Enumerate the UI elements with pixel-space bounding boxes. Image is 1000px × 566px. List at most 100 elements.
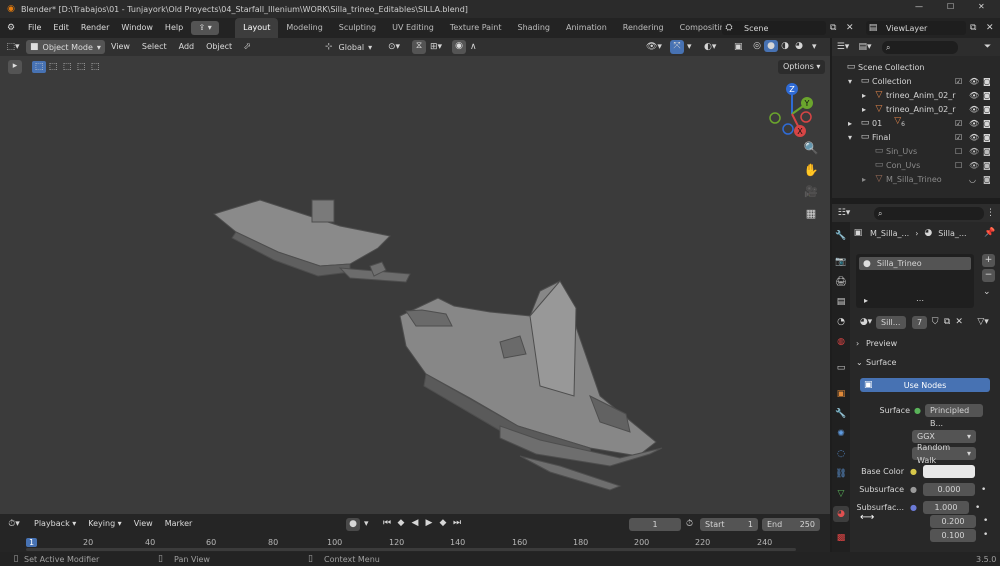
properties-options-icon[interactable]: ⋮ (986, 207, 995, 219)
physics-tab-icon[interactable]: ◌ (834, 448, 848, 460)
tool-tab-icon[interactable]: 🔧 (834, 230, 848, 242)
expand-arrow-icon[interactable]: ▾ (848, 77, 858, 86)
particles-tab-icon[interactable]: ✺ (834, 428, 848, 440)
jump-end-icon[interactable]: ⏭ (450, 517, 464, 529)
expand-arrow-icon[interactable]: ▸ (862, 91, 872, 100)
texture-tab-icon[interactable]: ▩ (834, 532, 848, 544)
overlays-icon[interactable]: ◐▾ (704, 41, 716, 53)
tool-settings-icon[interactable]: ▸ (8, 60, 22, 74)
tab-texture-paint[interactable]: Texture Paint (442, 18, 510, 38)
editor-type-icon[interactable]: ⬚▾ (0, 41, 26, 53)
camera-icon[interactable]: ◙ (983, 105, 991, 114)
camera-view-icon[interactable]: 🎥 (801, 186, 821, 204)
tab-animation[interactable]: Animation (558, 18, 615, 38)
play-reverse-icon[interactable]: ◀ (408, 517, 422, 529)
checkbox-empty-icon[interactable]: ☐ (955, 161, 962, 170)
gizmo-settings-icon[interactable]: ▾ (687, 41, 692, 53)
timeline-scrollbar[interactable] (26, 548, 796, 551)
snap-settings-icon[interactable]: ⊞▾ (430, 41, 442, 53)
start-frame-field[interactable]: Start 1 (700, 518, 758, 531)
view-layer-selector[interactable]: ▤ ViewLayer (866, 21, 966, 35)
xray-icon[interactable]: ▣ (734, 41, 743, 53)
outliner-row-collection[interactable]: ▭ Con_Uvs ☐ 👁 ◙ (832, 158, 1000, 172)
outliner-row-object[interactable]: ▸ ▽ trineo_Anim_02_r 👁 ◙ (832, 88, 1000, 102)
material-shading-icon[interactable]: ◑ (778, 40, 792, 52)
tab-modeling[interactable]: Modeling (278, 18, 330, 38)
camera-icon[interactable]: ◙ (983, 77, 991, 86)
eye-icon[interactable]: 👁 (969, 105, 979, 114)
menu-edit[interactable]: Edit (47, 18, 75, 38)
material-slot-row[interactable]: ● Silla_Trineo (859, 257, 971, 270)
scene-tab-icon[interactable]: ◔ (834, 316, 848, 328)
scene-selector[interactable]: ⛭ Scene (722, 21, 826, 35)
autokey-settings-icon[interactable]: ▾ (364, 518, 369, 530)
camera-icon[interactable]: ◙ (983, 175, 991, 184)
frame-ruler[interactable]: 1 20 40 60 80 100 120 140 160 180 200 22… (0, 538, 830, 548)
perspective-grid-icon[interactable]: ▦ (801, 208, 821, 226)
delete-view-layer-icon[interactable]: ✕ (986, 22, 994, 34)
outliner-display-mode-icon[interactable]: ▤▾ (854, 41, 876, 53)
play-icon[interactable]: ▶ (422, 517, 436, 529)
subsurface-method-dropdown[interactable]: Random Walk ▾ (912, 443, 976, 465)
outliner-editor-icon[interactable]: ☰▾ (832, 41, 854, 53)
menu-add[interactable]: Add (173, 38, 201, 56)
eye-icon[interactable]: 👁 (969, 91, 979, 100)
mode-selector[interactable]: ■ Object Mode ▾ (26, 40, 105, 54)
material-slot-list[interactable]: ● Silla_Trineo ▸ ⋯ (856, 254, 974, 308)
camera-icon[interactable]: ◙ (983, 119, 991, 128)
menu-object[interactable]: Object (200, 38, 238, 56)
sled-model[interactable] (200, 186, 670, 506)
properties-search-input[interactable]: ⌕ (874, 206, 984, 220)
delete-scene-icon[interactable]: ✕ (846, 22, 854, 34)
rendered-shading-icon[interactable]: ◕ (792, 40, 806, 52)
eye-icon[interactable]: 👁 (969, 77, 979, 86)
outliner-search-input[interactable]: ⌕ (882, 40, 958, 54)
expand-arrow-icon[interactable]: ▸ (848, 119, 858, 128)
outliner-row-scene-collection[interactable]: ▭ Scene Collection (832, 60, 1000, 74)
eye-icon[interactable]: 👁 (969, 147, 979, 156)
select-box-intersect-icon[interactable]: ⬚ (88, 61, 102, 73)
navigation-gizmo[interactable]: Z Y X (766, 82, 822, 142)
end-frame-field[interactable]: End 250 (762, 518, 820, 531)
camera-icon[interactable]: ◙ (983, 133, 991, 142)
output-tab-icon[interactable]: 🖨 (834, 276, 848, 288)
data-tab-icon[interactable]: ▽ (834, 488, 848, 500)
base-color-swatch[interactable] (922, 465, 975, 478)
modifier-tab-icon[interactable]: 🔧 (834, 408, 848, 420)
pan-hand-icon[interactable]: ✋ (801, 164, 821, 182)
template-button[interactable]: ⇪ ▾ (191, 21, 220, 35)
menu-help[interactable]: Help (159, 18, 189, 38)
camera-icon[interactable]: ◙ (983, 147, 991, 156)
menu-select[interactable]: Select (136, 38, 173, 56)
preview-panel-header[interactable]: › Preview (856, 336, 996, 352)
eye-icon[interactable]: 👁 (969, 133, 979, 142)
slot-specials-icon[interactable]: ⌄ (983, 286, 991, 298)
gizmo-toggle-icon[interactable]: ⤧ (670, 40, 684, 54)
jump-start-icon[interactable]: ⏮ (380, 517, 394, 529)
surface-shader-field[interactable]: Principled B... (924, 404, 983, 428)
link-type-icon[interactable]: ▽▾ (975, 316, 991, 328)
menu-timeline-view[interactable]: View (128, 514, 159, 534)
select-box-subtract-icon[interactable]: ⬚ (60, 61, 74, 73)
unlink-material-icon[interactable]: ✕ (953, 316, 965, 328)
falloff-icon[interactable]: ∧ (470, 41, 477, 53)
expand-arrow-icon[interactable]: ▾ (848, 133, 858, 142)
keyframe-dot-icon[interactable]: • (983, 515, 988, 527)
subsurface-radius-z[interactable]: 0.100 (930, 529, 976, 542)
new-view-layer-icon[interactable]: ⧉ (970, 22, 976, 34)
checkbox-icon[interactable]: ☑ (955, 119, 962, 128)
tab-shading[interactable]: Shading (509, 18, 558, 38)
pivot-icon[interactable]: ⊙▾ (388, 41, 400, 53)
zoom-icon[interactable]: 🔍 (801, 142, 821, 160)
outliner-row-collection[interactable]: ▭ Sin_Uvs ☐ 👁 ◙ (832, 144, 1000, 158)
keyframe-dot-icon[interactable]: • (975, 502, 980, 514)
menu-window[interactable]: Window (115, 18, 159, 38)
tab-rendering[interactable]: Rendering (615, 18, 672, 38)
eye-icon[interactable]: 👁 (969, 119, 979, 128)
minimize-button[interactable]: — (915, 2, 923, 11)
prev-keyframe-icon[interactable]: ◆ (394, 517, 408, 529)
blender-menu-icon[interactable]: ⚙ (0, 22, 22, 34)
select-box-invert-icon[interactable]: ⬚ (74, 61, 88, 73)
menu-playback[interactable]: Playback ▾ (28, 514, 82, 534)
material-tab-icon[interactable]: ◕ (833, 506, 849, 522)
